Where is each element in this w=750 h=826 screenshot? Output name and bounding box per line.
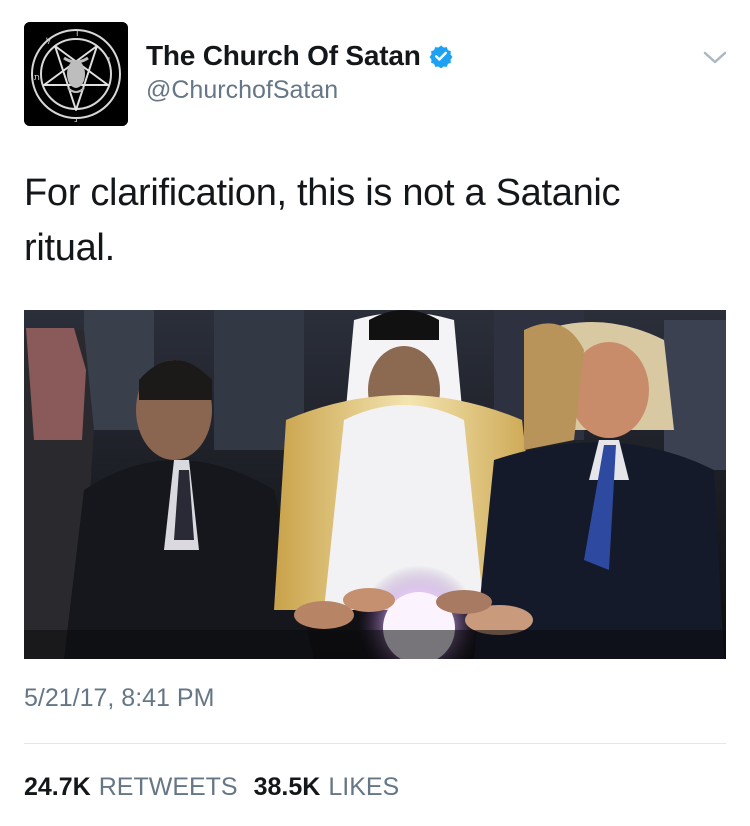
svg-text:ל: ל bbox=[46, 37, 51, 47]
verified-badge-icon bbox=[429, 45, 453, 68]
svg-text:נ: נ bbox=[74, 115, 78, 125]
tweet-stats: 24.7K RETWEETS 38.5K LIKES bbox=[24, 773, 399, 802]
retweets-stat[interactable]: 24.7K RETWEETS bbox=[24, 773, 238, 802]
retweets-count: 24.7K bbox=[24, 773, 91, 801]
likes-stat[interactable]: 38.5K LIKES bbox=[254, 773, 400, 802]
svg-text:ת: ת bbox=[34, 73, 40, 83]
divider bbox=[24, 743, 726, 744]
avatar[interactable]: ל ו י ת נ bbox=[24, 22, 128, 126]
author-display-name[interactable]: The Church Of Satan bbox=[146, 40, 421, 72]
likes-count: 38.5K bbox=[253, 773, 321, 801]
author-name-row[interactable]: The Church Of Satan bbox=[146, 40, 453, 72]
photo-glowing-orb bbox=[24, 310, 726, 659]
tweet-text: For clarification, this is not a Satanic… bbox=[24, 172, 621, 269]
likes-label: LIKES bbox=[328, 773, 400, 801]
tweet-card: ל ו י ת נ The Church Of Satan @ChurchofS… bbox=[0, 0, 750, 826]
chevron-down-icon bbox=[703, 51, 727, 64]
tweet-photo[interactable] bbox=[24, 310, 726, 659]
pentagram-sigil-icon: ל ו י ת נ bbox=[24, 22, 128, 126]
svg-text:ו: ו bbox=[76, 29, 78, 39]
svg-text:י: י bbox=[108, 55, 110, 65]
tweet-options-button[interactable] bbox=[701, 46, 729, 70]
author-handle[interactable]: @ChurchofSatan bbox=[146, 76, 338, 105]
tweet-timestamp[interactable]: 5/21/17, 8:41 PM bbox=[24, 684, 214, 713]
retweets-label: RETWEETS bbox=[98, 773, 238, 801]
